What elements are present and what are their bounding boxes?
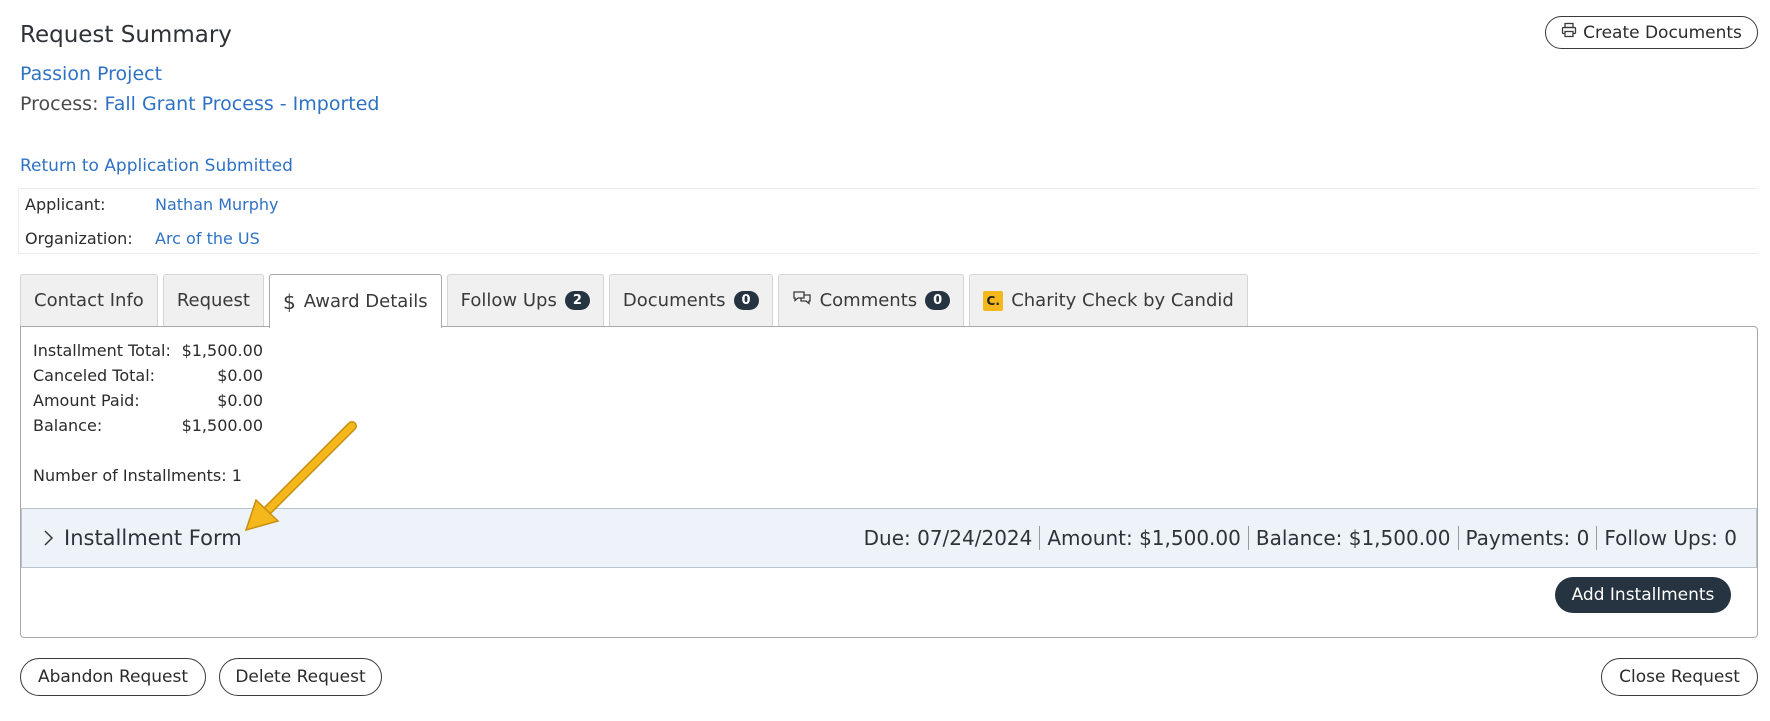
tab-label: Award Details <box>303 291 428 312</box>
applicant-label: Applicant: <box>25 195 106 214</box>
project-link[interactable]: Passion Project <box>20 63 162 85</box>
tab-charity-check[interactable]: C. Charity Check by Candid <box>969 274 1248 326</box>
award-summary: Installment Total: $1,500.00 Canceled To… <box>33 341 263 441</box>
tab-request[interactable]: Request <box>162 274 264 326</box>
installment-follow-ups: Follow Ups: 0 <box>1596 526 1744 550</box>
people-box: Applicant: Nathan Murphy Organization: A… <box>18 188 1758 254</box>
close-request-button[interactable]: Close Request <box>1601 658 1758 696</box>
number-of-installments: Number of Installments: 1 <box>33 466 242 485</box>
process-line: Process: Fall Grant Process - Imported <box>20 93 379 115</box>
tab-label: Follow Ups <box>460 290 557 311</box>
abandon-request-button[interactable]: Abandon Request <box>20 658 206 696</box>
organization-label: Organization: <box>25 229 133 248</box>
summary-value: $0.00 <box>217 366 263 385</box>
tab-label: Request <box>176 290 250 311</box>
applicant-link[interactable]: Nathan Murphy <box>155 195 279 214</box>
printer-icon <box>1561 22 1577 43</box>
organization-link[interactable]: Arc of the US <box>155 229 260 248</box>
create-documents-label: Create Documents <box>1583 22 1742 43</box>
delete-request-button[interactable]: Delete Request <box>219 658 382 696</box>
tab-label: Documents <box>622 290 726 311</box>
installment-balance: Balance: $1,500.00 <box>1247 526 1458 550</box>
tab-bar: Contact Info Request $ Award Details Fol… <box>20 274 1248 328</box>
summary-row: Balance: $1,500.00 <box>33 416 263 441</box>
chevron-right-icon[interactable] <box>38 529 58 547</box>
follow-ups-count-badge: 2 <box>564 291 590 310</box>
process-label: Process: <box>20 93 99 115</box>
tab-label: Comments <box>819 290 918 311</box>
installment-row[interactable]: Installment Form Due: 07/24/2024 Amount:… <box>21 508 1757 568</box>
installment-payments: Payments: 0 <box>1457 526 1597 550</box>
comments-count-badge: 0 <box>925 291 951 310</box>
organization-row: Organization: Arc of the US <box>25 229 260 248</box>
tab-award-details[interactable]: $ Award Details <box>268 274 442 328</box>
process-link[interactable]: Fall Grant Process - Imported <box>105 93 380 115</box>
tab-documents[interactable]: Documents 0 <box>608 274 773 326</box>
comments-icon <box>792 289 812 312</box>
candid-logo: C. <box>983 290 1004 311</box>
summary-value: $0.00 <box>217 391 263 410</box>
return-to-application-link[interactable]: Return to Application Submitted <box>20 156 293 176</box>
summary-label: Installment Total: <box>33 341 171 360</box>
installment-meta: Due: 07/24/2024 Amount: $1,500.00 Balanc… <box>857 526 1744 550</box>
add-installments-button[interactable]: Add Installments <box>1555 577 1731 613</box>
summary-row: Amount Paid: $0.00 <box>33 391 263 416</box>
installment-due: Due: 07/24/2024 <box>863 526 1033 550</box>
dollar-icon: $ <box>282 289 296 314</box>
summary-row: Installment Total: $1,500.00 <box>33 341 263 366</box>
page-title: Request Summary <box>20 22 232 48</box>
summary-value: $1,500.00 <box>181 341 263 360</box>
installment-amount: Amount: $1,500.00 <box>1039 526 1247 550</box>
summary-value: $1,500.00 <box>181 416 263 435</box>
applicant-row: Applicant: Nathan Murphy <box>25 195 279 214</box>
summary-label: Balance: <box>33 416 103 435</box>
installment-title: Installment Form <box>64 526 242 550</box>
tab-comments[interactable]: Comments 0 <box>777 274 965 326</box>
tab-contact-info[interactable]: Contact Info <box>20 274 158 326</box>
documents-count-badge: 0 <box>733 291 759 310</box>
summary-label: Amount Paid: <box>33 391 140 410</box>
summary-label: Canceled Total: <box>33 366 156 385</box>
award-details-panel: Installment Total: $1,500.00 Canceled To… <box>20 326 1758 638</box>
tab-label: Charity Check by Candid <box>1011 290 1234 311</box>
create-documents-button[interactable]: Create Documents <box>1545 16 1758 49</box>
tab-follow-ups[interactable]: Follow Ups 2 <box>446 274 604 326</box>
tab-label: Contact Info <box>34 290 144 311</box>
summary-row: Canceled Total: $0.00 <box>33 366 263 391</box>
